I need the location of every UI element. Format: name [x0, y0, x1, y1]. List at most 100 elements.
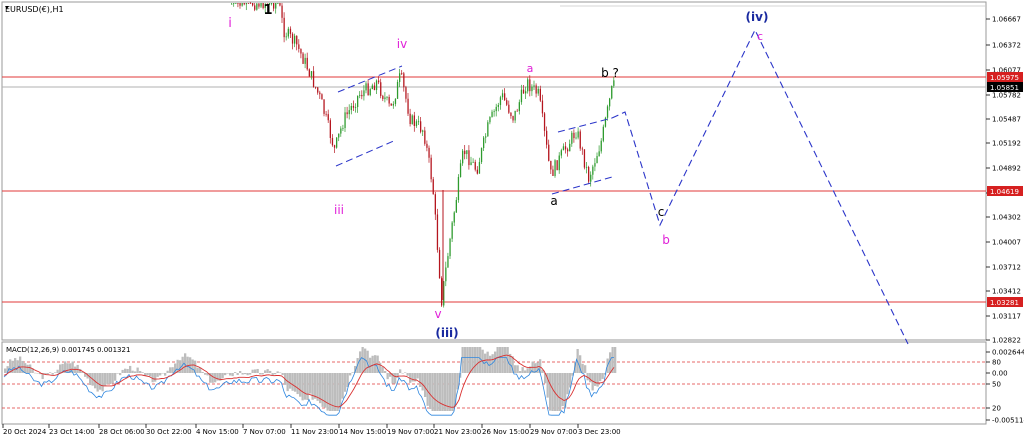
- macd-histogram-bar: [474, 347, 477, 373]
- macd-histogram-bar: [499, 347, 502, 373]
- candle-body: [373, 85, 376, 91]
- candle-body: [510, 112, 512, 117]
- macd-tick-label: 80: [992, 359, 1001, 367]
- macd-histogram-bar: [269, 370, 272, 373]
- macd-histogram-bar: [66, 363, 69, 373]
- candle-body: [369, 89, 371, 96]
- macd-histogram-bar: [161, 373, 164, 374]
- candle-body: [487, 122, 489, 137]
- candle-body: [424, 130, 426, 144]
- candle-body: [453, 212, 455, 223]
- candle-body: [390, 103, 392, 106]
- candle-body: [342, 128, 344, 129]
- wave-labels: i1iviiiv(iii)aab ?cbc(iv): [228, 3, 768, 340]
- chart-window[interactable]: EURUSD(€),H1 i 1 iv iii v (iii) a a b ? c b c (iv) 1…: [0, 0, 1024, 441]
- macd-histogram-bar: [171, 367, 174, 373]
- macd-histogram-bar: [596, 373, 599, 387]
- macd-histogram-bar: [419, 373, 422, 388]
- candle-body: [560, 150, 562, 156]
- macd-histogram-bar: [336, 373, 339, 411]
- candle-body: [396, 81, 399, 99]
- macd-histogram-bar: [381, 367, 384, 373]
- candle-body: [606, 106, 609, 118]
- macd-histogram-bar: [504, 347, 507, 373]
- candle-body: [470, 162, 472, 166]
- candle-body: [413, 115, 415, 126]
- candle-body: [235, 3, 237, 4]
- candle-body: [247, 3, 250, 4]
- candle-body: [497, 105, 499, 107]
- wave-iii-label: iii: [334, 203, 344, 217]
- candle-body: [317, 87, 319, 93]
- macd-histogram-bar: [211, 373, 214, 383]
- candle-body: [348, 110, 350, 115]
- candle-body: [554, 160, 556, 176]
- macd-histogram-bar: [386, 373, 389, 380]
- time-tick-label: 4 Nov 15:00: [196, 428, 239, 436]
- price-tick-label: 1.02822: [992, 337, 1021, 345]
- macd-histogram-bar: [294, 373, 297, 392]
- candle-body: [556, 160, 558, 171]
- candle-body: [602, 126, 604, 141]
- candle-body: [245, 3, 247, 5]
- macd-histogram-bar: [421, 373, 424, 391]
- macd-histogram-bar: [424, 373, 427, 397]
- macd-histogram-bar: [429, 373, 432, 410]
- candle-body: [394, 98, 397, 104]
- macd-histogram-bar: [321, 373, 324, 407]
- candle-body: [336, 137, 338, 148]
- candle-body: [352, 105, 355, 108]
- candle-body: [273, 3, 275, 9]
- candle-body: [331, 137, 334, 146]
- candle-body: [243, 3, 245, 5]
- macd-histogram-bar: [561, 373, 564, 407]
- candle-body: [327, 114, 329, 121]
- candle-body: [577, 131, 579, 138]
- macd-histogram-bar: [134, 371, 137, 373]
- candle-body: [592, 166, 594, 175]
- candle-body: [525, 91, 527, 94]
- time-tick-label: 29 Nov 07:00: [530, 428, 577, 436]
- candle-body: [312, 71, 315, 87]
- candle-body: [415, 121, 418, 126]
- price-tick-label: 1.04892: [992, 165, 1021, 173]
- channel-line: [335, 139, 397, 167]
- macd-histogram-bar: [514, 365, 517, 373]
- time-axis[interactable]: 20 Oct 2024 23 Oct 14:00 28 Oct 06:00 30 Oc…: [2, 424, 621, 436]
- macd-histogram-bar: [49, 372, 52, 373]
- price-chart[interactable]: EURUSD(€),H1 i1iviiiv(iii)aab ?cbc(iv) 1…: [0, 0, 1024, 441]
- wave-1-label: 1: [263, 3, 272, 18]
- candle-body: [552, 169, 554, 176]
- time-tick-label: 26 Nov 15:00: [482, 428, 529, 436]
- macd-histogram-bar: [306, 373, 309, 401]
- macd-histogram-bar: [204, 373, 207, 375]
- candle-body: [285, 36, 287, 38]
- macd-axis: 0.002644 80 0.00 50 -0.005114 20: [986, 349, 1024, 425]
- candle-body: [499, 97, 502, 106]
- candle-body: [480, 148, 483, 163]
- macd-histogram-bar: [44, 373, 47, 374]
- candle-body: [596, 156, 598, 164]
- candle-body: [378, 80, 380, 83]
- candle-body: [483, 137, 485, 149]
- price-axis[interactable]: 1.066671.063721.060771.057821.054871.051…: [986, 16, 1023, 345]
- macd-histogram-bar: [201, 371, 204, 373]
- macd-histogram-bar: [434, 373, 437, 411]
- macd-histogram-bar: [349, 373, 352, 376]
- macd-histogram-bar: [359, 351, 362, 373]
- macd-histogram-bar: [566, 373, 569, 395]
- macd-histogram-bar: [166, 370, 169, 373]
- candle-body: [392, 103, 394, 106]
- candle-body: [478, 162, 481, 174]
- wave-a-top-label: a: [527, 62, 534, 75]
- macd-histogram-bar: [341, 373, 344, 399]
- macd-histogram-bar: [249, 373, 252, 375]
- candle-body: [445, 267, 447, 282]
- candle-body: [239, 3, 241, 6]
- macd-histogram-bar: [139, 370, 142, 373]
- macd-histogram-bar: [406, 373, 409, 376]
- macd-histogram-bar: [441, 373, 444, 411]
- time-tick-label: 30 Oct 22:00: [146, 428, 192, 436]
- candle-body: [315, 86, 317, 88]
- main-chart-frame: [1, 1, 987, 341]
